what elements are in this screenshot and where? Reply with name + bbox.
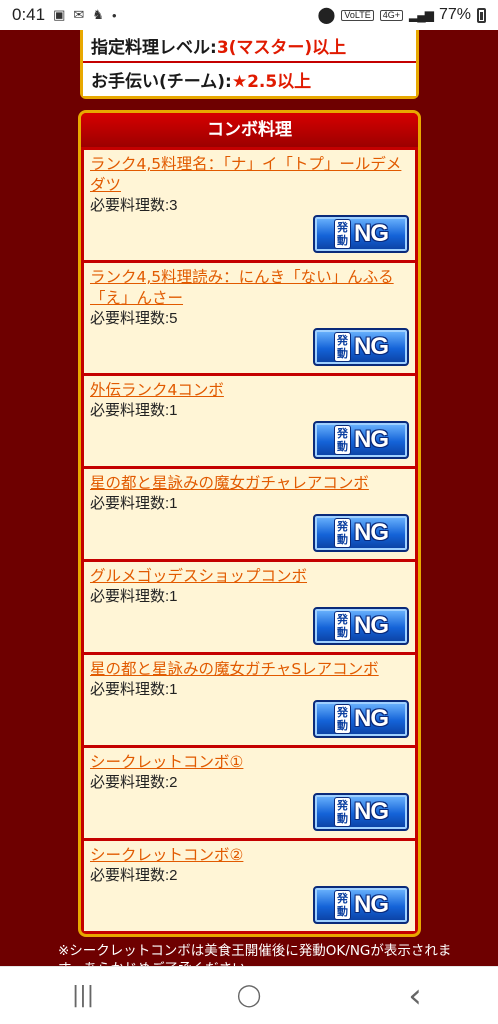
- activation-label: 発動: [334, 332, 351, 362]
- activation-ng-badge: 発動 NG: [313, 421, 409, 459]
- image-icon: ▣: [53, 7, 66, 22]
- combo-required-count: 必要料理数:3: [90, 197, 178, 214]
- activation-status: NG: [354, 891, 389, 918]
- android-nav-bar: ||| ◯ ‹: [0, 966, 498, 1024]
- recent-apps-icon: |||: [71, 983, 95, 1008]
- combo-item: シークレットコンボ① 必要料理数:2 発動 NG: [84, 748, 415, 838]
- activation-label: 発動: [334, 611, 351, 641]
- activation-status: NG: [354, 333, 389, 360]
- required-dish-level-value: 3(マスター)以上: [216, 38, 347, 58]
- activation-status: NG: [354, 220, 389, 247]
- activation-ng-badge: 発動 NG: [313, 328, 409, 366]
- combo-required-count: 必要料理数:2: [90, 867, 178, 884]
- location-icon: ⬤: [317, 7, 336, 24]
- combo-required-count: 必要料理数:1: [90, 402, 178, 419]
- home-button[interactable]: ◯: [219, 976, 279, 1016]
- cat-app-icon: ♞: [92, 7, 104, 22]
- back-button[interactable]: ‹: [385, 976, 445, 1016]
- activation-label: 発動: [334, 704, 351, 734]
- activation-ng-badge: 発動 NG: [313, 793, 409, 831]
- combo-item: 星の都と星詠みの魔女ガチャSレアコンボ 必要料理数:1 発動 NG: [84, 655, 415, 745]
- network-4g-icon: 4G+: [379, 9, 403, 21]
- activation-status: NG: [354, 612, 389, 639]
- recent-apps-button[interactable]: |||: [53, 976, 113, 1016]
- combo-required-count: 必要料理数:2: [90, 774, 178, 791]
- combo-item: グルメゴッデスショップコンボ 必要料理数:1 発動 NG: [84, 562, 415, 652]
- combo-name-link[interactable]: ランク4,5料理名：「ナ」イ「トプ」ールデメダツ: [90, 154, 409, 196]
- combo-item: ランク4,5料理読み：にんき「ない」んふる「え」んさー 必要料理数:5 発動 N…: [84, 263, 415, 373]
- required-dish-level-label: 指定料理レベル:: [91, 38, 217, 58]
- activation-status: NG: [354, 705, 389, 732]
- helper-team-value: ★2.5以上: [231, 72, 312, 92]
- activation-status: NG: [354, 519, 389, 546]
- combo-name-link[interactable]: 星の都と星詠みの魔女ガチャレアコンボ: [90, 473, 409, 494]
- activation-label: 発動: [334, 797, 351, 827]
- web-page[interactable]: 指定料理レベル: 3(マスター)以上 お手伝い(チーム): ★2.5以上 コンボ…: [0, 30, 498, 966]
- dot-icon: •: [111, 7, 117, 23]
- combo-item: 外伝ランク4コンボ 必要料理数:1 発動 NG: [84, 376, 415, 466]
- activation-ng-badge: 発動 NG: [313, 215, 409, 253]
- mail-icon: ✉: [73, 7, 85, 22]
- helper-team-label: お手伝い(チーム):: [91, 72, 232, 92]
- combo-panel: コンボ料理 ランク4,5料理名：「ナ」イ「トプ」ールデメダツ 必要料理数:3 発…: [78, 110, 421, 937]
- battery-icon: [477, 7, 486, 23]
- battery-percent: 77%: [438, 6, 471, 23]
- required-dish-level-row: 指定料理レベル: 3(マスター)以上: [83, 30, 416, 63]
- combo-name-link[interactable]: ランク4,5料理読み：にんき「ない」んふる「え」んさー: [90, 267, 409, 309]
- activation-status: NG: [354, 798, 389, 825]
- activation-ng-badge: 発動 NG: [313, 607, 409, 645]
- activation-ng-badge: 発動 NG: [313, 514, 409, 552]
- combo-item: ランク4,5料理名：「ナ」イ「トプ」ールデメダツ 必要料理数:3 発動 NG: [84, 150, 415, 260]
- combo-item: 星の都と星詠みの魔女ガチャレアコンボ 必要料理数:1 発動 NG: [84, 469, 415, 559]
- combo-name-link[interactable]: 星の都と星詠みの魔女ガチャSレアコンボ: [90, 659, 409, 680]
- combo-item: シークレットコンボ② 必要料理数:2 発動 NG: [84, 841, 415, 931]
- activation-ng-badge: 発動 NG: [313, 886, 409, 924]
- combo-name-link[interactable]: シークレットコンボ①: [90, 752, 409, 773]
- combo-required-count: 必要料理数:5: [90, 310, 178, 327]
- back-icon: ‹: [408, 975, 422, 1016]
- home-icon: ◯: [236, 983, 262, 1008]
- signal-icon: ▂▄▆: [409, 8, 434, 22]
- volte-icon: VoLTE: [341, 9, 374, 21]
- activation-label: 発動: [334, 518, 351, 548]
- clock: 0:41: [12, 5, 46, 24]
- activation-ng-badge: 発動 NG: [313, 700, 409, 738]
- activation-label: 発動: [334, 890, 351, 920]
- activation-label: 発動: [334, 219, 351, 249]
- combo-required-count: 必要料理数:1: [90, 588, 178, 605]
- status-bar: 0:41 ▣ ✉ ♞ • ⬤ VoLTE 4G+ ▂▄▆ 77%: [0, 0, 498, 30]
- activation-label: 発動: [334, 425, 351, 455]
- combo-required-count: 必要料理数:1: [90, 681, 178, 698]
- activation-status: NG: [354, 426, 389, 453]
- helper-team-row: お手伝い(チーム): ★2.5以上: [83, 63, 416, 96]
- combo-required-count: 必要料理数:1: [90, 495, 178, 512]
- combo-name-link[interactable]: 外伝ランク4コンボ: [90, 380, 409, 401]
- combo-name-link[interactable]: グルメゴッデスショップコンボ: [90, 566, 409, 587]
- combo-panel-title: コンボ料理: [81, 113, 418, 147]
- combo-name-link[interactable]: シークレットコンボ②: [90, 845, 409, 866]
- secret-combo-footnote: ※シークレットコンボは美食王開催後に発動OK/NGが表示されます。あらかじめご了…: [58, 943, 452, 966]
- combo-list: ランク4,5料理名：「ナ」イ「トプ」ールデメダツ 必要料理数:3 発動 NG ラ…: [81, 147, 418, 931]
- requirements-box: 指定料理レベル: 3(マスター)以上 お手伝い(チーム): ★2.5以上: [80, 30, 419, 99]
